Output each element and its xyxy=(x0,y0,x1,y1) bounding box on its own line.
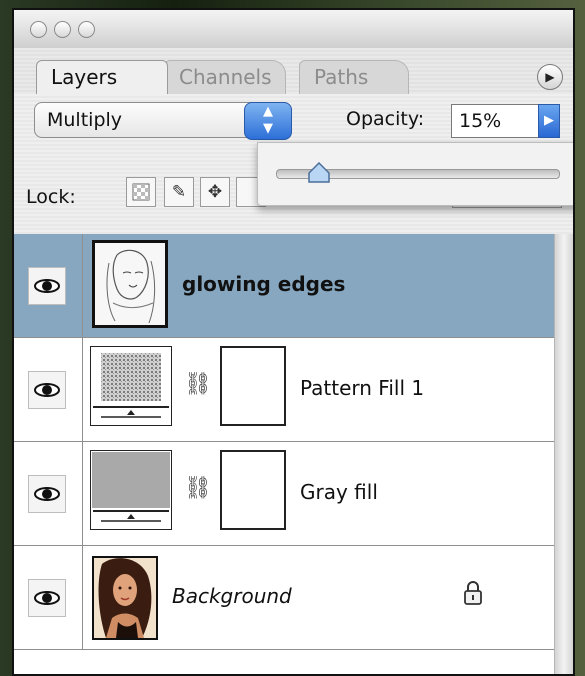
lock-transparency-icon[interactable] xyxy=(126,177,156,207)
layers-palette: Channels Paths Layers ▶ Multiply ▲ ▼ Opac… xyxy=(12,8,575,676)
layer-name: glowing edges xyxy=(182,272,346,296)
gray-fill-thumbnail xyxy=(90,450,172,530)
palette-tabs: Channels Paths Layers ▶ xyxy=(14,48,573,94)
eye-icon[interactable] xyxy=(28,266,66,305)
layer-name: Pattern Fill 1 xyxy=(300,376,425,400)
visibility-column xyxy=(14,546,83,649)
tab-paths[interactable]: Paths xyxy=(299,60,409,94)
layers-scrollbar[interactable] xyxy=(554,234,573,674)
link-chain-icon[interactable]: ⛓ xyxy=(184,476,212,501)
layer-thumbnail-sketch xyxy=(92,240,168,328)
opacity-slider-popup xyxy=(257,142,573,206)
eye-icon[interactable] xyxy=(28,578,66,617)
layer-row-gray-fill[interactable]: ⛓ Gray fill xyxy=(14,442,555,546)
up-down-arrows-icon: ▲ ▼ xyxy=(263,104,273,136)
layer-mask-thumbnail[interactable] xyxy=(220,450,286,530)
palette-titlebar[interactable] xyxy=(14,10,573,49)
layer-row-background[interactable]: Background xyxy=(14,546,555,650)
opacity-slider-toggle[interactable]: ▶ xyxy=(538,104,560,138)
layers-empty-area[interactable] xyxy=(14,650,555,674)
tab-channels[interactable]: Channels xyxy=(164,60,286,94)
blend-mode-stepper[interactable]: ▲ ▼ xyxy=(244,102,292,140)
minimize-window-button[interactable] xyxy=(54,21,71,38)
blend-mode-select[interactable]: Multiply ▲ ▼ xyxy=(34,102,292,140)
tab-layers[interactable]: Layers xyxy=(36,60,168,94)
close-window-button[interactable] xyxy=(30,21,47,38)
layer-name: Gray fill xyxy=(300,480,378,504)
lock-pixels-brush-icon[interactable]: ✎ xyxy=(164,177,194,207)
layer-row-glowing-edges[interactable]: glowing edges xyxy=(14,234,555,338)
opacity-value: 15% xyxy=(459,110,502,132)
layer-name: Background xyxy=(172,584,292,608)
background-photo-thumbnail xyxy=(92,556,158,640)
lock-position-move-icon[interactable]: ✥ xyxy=(200,177,230,207)
link-chain-icon[interactable]: ⛓ xyxy=(184,372,212,397)
opacity-slider-track[interactable] xyxy=(276,161,560,183)
pattern-fill-thumbnail xyxy=(90,346,172,426)
layers-list: glowing edges ⛓ Pattern Fill 1 ⛓ Gray fi… xyxy=(14,234,555,674)
eye-icon[interactable] xyxy=(28,474,66,513)
opacity-label: Opacity: xyxy=(346,108,425,130)
zoom-window-button[interactable] xyxy=(78,21,95,38)
lock-label: Lock: xyxy=(26,186,76,208)
eye-icon[interactable] xyxy=(28,370,66,409)
triangle-right-icon: ▶ xyxy=(545,70,555,84)
opacity-input[interactable]: 15% ▶ xyxy=(451,104,560,138)
layer-row-pattern-fill[interactable]: ⛓ Pattern Fill 1 xyxy=(14,338,555,442)
visibility-column xyxy=(14,338,83,441)
lock-icon xyxy=(462,580,484,610)
visibility-column xyxy=(14,442,83,545)
visibility-column xyxy=(14,234,83,337)
blend-mode-value: Multiply xyxy=(47,109,123,131)
palette-menu-button[interactable]: ▶ xyxy=(537,64,563,90)
opacity-slider-thumb[interactable] xyxy=(307,161,331,184)
layer-mask-thumbnail[interactable] xyxy=(220,346,286,426)
